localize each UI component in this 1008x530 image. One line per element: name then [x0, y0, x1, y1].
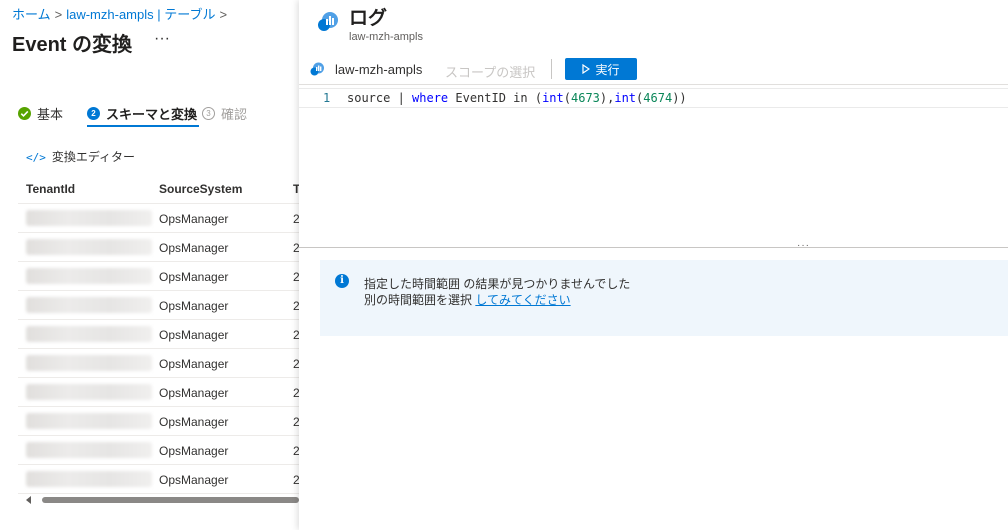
- redacted-value: [26, 210, 152, 226]
- code-keyword: where: [412, 91, 449, 105]
- panel-title: ログ: [349, 8, 388, 29]
- checkmark-icon: [18, 107, 31, 120]
- table-row: OpsManager 2: [18, 349, 299, 378]
- query-editor[interactable]: 1 source | where EventID in (int(4673),i…: [299, 85, 1008, 247]
- query-text[interactable]: source | where EventID in (int(4673),int…: [347, 89, 687, 107]
- source-system-cell: OpsManager: [159, 415, 229, 429]
- log-analytics-icon: [318, 12, 338, 31]
- step-review[interactable]: 3 確認: [202, 104, 247, 123]
- code-number: 4674: [643, 91, 673, 105]
- redacted-value: [26, 413, 152, 429]
- redacted-value: [26, 326, 152, 342]
- table-row: OpsManager 2: [18, 320, 299, 349]
- source-system-cell: OpsManager: [159, 473, 229, 487]
- table-row: OpsManager 2: [18, 378, 299, 407]
- table-row: OpsManager 2: [18, 291, 299, 320]
- code-line[interactable]: 1 source | where EventID in (int(4673),i…: [299, 88, 1008, 108]
- source-system-cell: OpsManager: [159, 328, 229, 342]
- breadcrumb-separator: >: [219, 7, 228, 22]
- breadcrumb-table[interactable]: law-mzh-ampls | テーブル: [66, 7, 215, 22]
- source-system-cell: OpsManager: [159, 357, 229, 371]
- no-results-message: i 指定した時間範囲 の結果が見つかりませんでした 別の時間範囲を選択 してみて…: [320, 260, 1008, 336]
- table-row: OpsManager 2: [18, 204, 299, 233]
- redacted-value: [26, 442, 152, 458]
- redacted-value: [26, 239, 152, 255]
- logs-panel: ログ law-mzh-ampls law-mzh-ampls スコープの選択 実…: [299, 0, 1008, 530]
- step-schema-transform[interactable]: 2 スキーマと変換: [87, 104, 197, 123]
- source-system-cell: OpsManager: [159, 299, 229, 313]
- redacted-value: [26, 471, 152, 487]
- step-number-badge: 3: [202, 107, 215, 120]
- toolbar-divider: [551, 59, 552, 79]
- code-keyword: int: [542, 91, 564, 105]
- pane-splitter[interactable]: [299, 247, 1008, 248]
- scrollbar-thumb[interactable]: [42, 497, 299, 503]
- code-token: (: [563, 91, 571, 105]
- code-token: ),: [599, 91, 615, 105]
- line-number: 1: [323, 91, 331, 105]
- breadcrumb-home[interactable]: ホーム: [12, 7, 51, 22]
- workspace-name: law-mzh-ampls: [335, 62, 423, 77]
- source-system-cell: OpsManager: [159, 241, 229, 255]
- code-icon: </>: [26, 151, 46, 164]
- horizontal-scrollbar[interactable]: [22, 493, 299, 507]
- transform-editor-label: 変換エディター: [51, 150, 136, 164]
- workspace-icon: [310, 62, 324, 76]
- table-row: OpsManager 2: [18, 233, 299, 262]
- step-number-badge: 2: [87, 107, 100, 120]
- code-token: )): [672, 91, 687, 105]
- try-another-range-link[interactable]: してみてください: [475, 293, 570, 307]
- splitter-grip-icon[interactable]: ···: [797, 240, 810, 251]
- run-label: 実行: [595, 62, 620, 77]
- breadcrumb: ホーム > law-mzh-ampls | テーブル >: [12, 4, 231, 23]
- code-token: EventID in (: [448, 91, 543, 105]
- column-header-sourcesystem[interactable]: SourceSystem: [159, 182, 242, 196]
- select-scope-button[interactable]: スコープの選択: [445, 62, 535, 81]
- run-button[interactable]: 実行: [565, 58, 637, 80]
- table-row: OpsManager 2: [18, 465, 299, 494]
- info-icon: i: [335, 274, 349, 288]
- play-icon: [582, 64, 591, 74]
- step-label: スキーマと変換: [106, 107, 198, 122]
- code-number: 4673: [571, 91, 600, 105]
- page-title: Event の変換: [12, 34, 133, 56]
- code-token: source: [347, 91, 398, 105]
- redacted-value: [26, 297, 152, 313]
- source-system-cell: OpsManager: [159, 386, 229, 400]
- transform-editor-button[interactable]: </> 変換エディター: [26, 148, 135, 165]
- source-system-cell: OpsManager: [159, 270, 229, 284]
- step-label: 基本: [37, 107, 64, 122]
- grid-header-row: TenantId SourceSystem T: [18, 174, 299, 204]
- transform-blade: ホーム > law-mzh-ampls | テーブル > Event の変換 ··· …: [0, 0, 299, 530]
- message-line-2-text: 別の時間範囲を選択: [364, 293, 476, 307]
- active-step-indicator: [87, 125, 199, 127]
- redacted-value: [26, 384, 152, 400]
- table-row: OpsManager 2: [18, 436, 299, 465]
- scroll-left-arrow-icon[interactable]: [26, 496, 31, 504]
- table-row: OpsManager 2: [18, 262, 299, 291]
- redacted-value: [26, 268, 152, 284]
- step-basics[interactable]: 基本: [18, 104, 63, 123]
- table-row: OpsManager 2: [18, 407, 299, 436]
- message-line-2: 別の時間範囲を選択 してみてください: [364, 291, 571, 308]
- code-keyword: int: [614, 91, 637, 105]
- step-label: 確認: [221, 107, 248, 122]
- column-header-tenantid[interactable]: TenantId: [26, 182, 75, 196]
- preview-grid: TenantId SourceSystem T OpsManager 2 OpsM…: [18, 174, 299, 494]
- breadcrumb-separator: >: [54, 7, 63, 22]
- message-line-1: 指定した時間範囲 の結果が見つかりませんでした: [364, 277, 631, 291]
- code-token: |: [397, 91, 413, 105]
- redacted-value: [26, 355, 152, 371]
- source-system-cell: OpsManager: [159, 212, 229, 226]
- query-toolbar: law-mzh-ampls スコープの選択 実行: [299, 56, 1008, 85]
- panel-subtitle: law-mzh-ampls: [349, 31, 423, 43]
- source-system-cell: OpsManager: [159, 444, 229, 458]
- more-options-button[interactable]: ···: [154, 30, 170, 48]
